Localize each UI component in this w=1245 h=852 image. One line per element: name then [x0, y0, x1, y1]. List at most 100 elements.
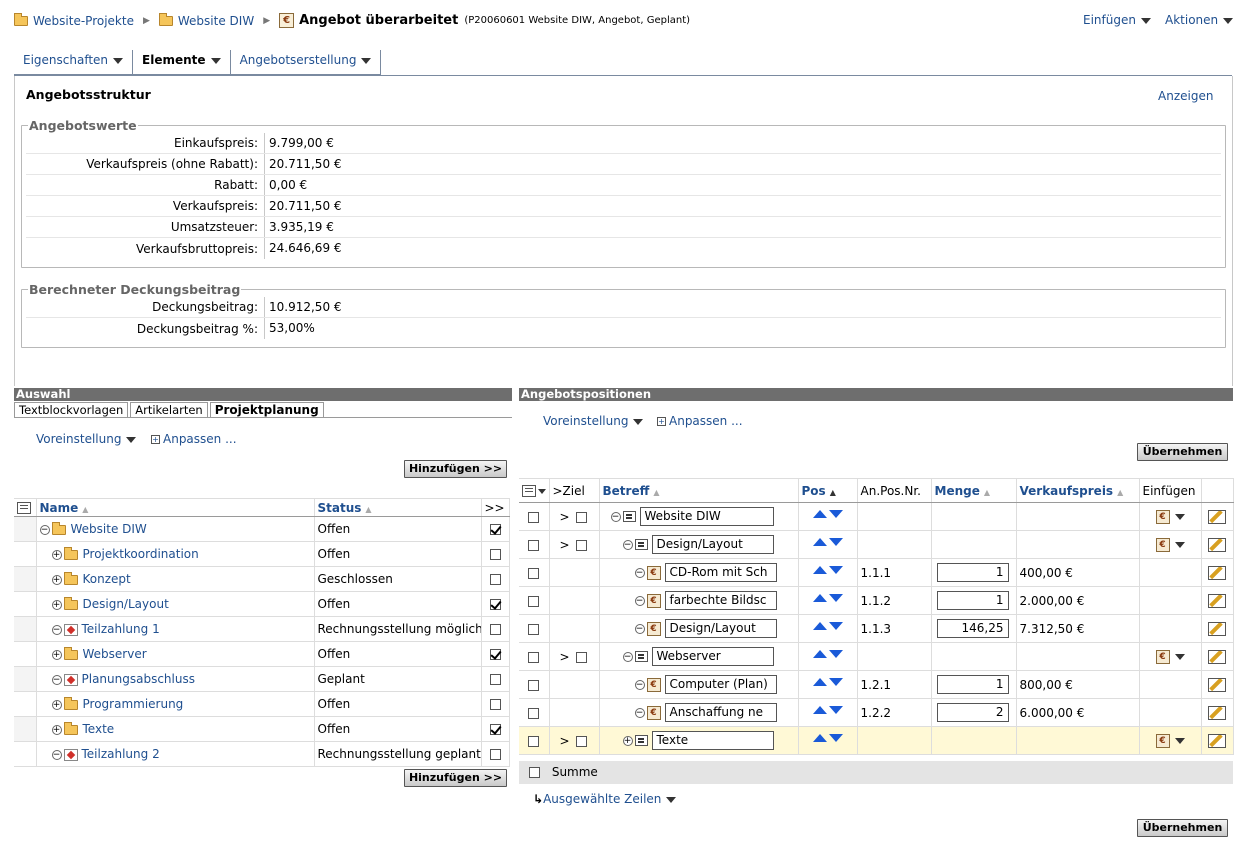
apply-button-top[interactable]: Übernehmen: [1137, 443, 1228, 461]
collapse-icon[interactable]: −: [51, 674, 62, 685]
select-checkbox[interactable]: [489, 724, 501, 735]
expand-icon[interactable]: +: [51, 599, 62, 610]
row-checkbox[interactable]: [528, 567, 540, 579]
select-checkbox[interactable]: [489, 749, 501, 760]
auswahl-customize-link[interactable]: + Anpassen ...: [151, 432, 237, 446]
row-checkbox[interactable]: [528, 511, 540, 523]
target-checkbox[interactable]: [575, 651, 587, 663]
select-checkbox[interactable]: [489, 624, 501, 635]
move-down-icon[interactable]: [828, 734, 843, 742]
move-up-icon[interactable]: [812, 678, 827, 686]
select-checkbox[interactable]: [489, 574, 501, 585]
name-link[interactable]: Konzept: [83, 572, 131, 586]
name-link[interactable]: Projektkoordination: [83, 547, 199, 561]
move-down-icon[interactable]: [828, 566, 843, 574]
row-checkbox[interactable]: [528, 651, 540, 663]
betreff-input[interactable]: Computer (Plan): [664, 675, 777, 694]
move-down-icon[interactable]: [828, 650, 843, 658]
move-up-icon[interactable]: [812, 538, 827, 546]
name-link[interactable]: Planungsabschluss: [82, 672, 195, 686]
subtab-artikelarten[interactable]: Artikelarten: [130, 402, 208, 418]
name-link[interactable]: Webserver: [83, 647, 147, 661]
expand-icon[interactable]: +: [51, 649, 62, 660]
column-chooser[interactable]: [14, 498, 37, 517]
move-up-icon[interactable]: [812, 622, 827, 630]
select-checkbox[interactable]: [489, 649, 501, 660]
move-up-icon[interactable]: [812, 706, 827, 714]
move-down-icon[interactable]: [828, 678, 843, 686]
select-checkbox[interactable]: [489, 674, 501, 685]
collapse-icon[interactable]: −: [634, 623, 645, 634]
add-button-bottom[interactable]: Hinzufügen >>: [404, 769, 507, 787]
col-status-header[interactable]: Status ▲: [314, 498, 482, 517]
move-down-icon[interactable]: [828, 594, 843, 602]
edit-icon[interactable]: [1208, 733, 1226, 748]
target-checkbox[interactable]: [575, 511, 587, 523]
collapse-icon[interactable]: −: [634, 707, 645, 718]
row-checkbox[interactable]: [528, 539, 540, 551]
name-link[interactable]: Website DIW: [71, 522, 147, 536]
edit-icon[interactable]: [1208, 621, 1226, 636]
menge-input[interactable]: 2: [936, 703, 1009, 722]
actions-menu[interactable]: Aktionen: [1165, 13, 1234, 27]
target-checkbox[interactable]: [575, 539, 587, 551]
insert-menu[interactable]: Einfügen: [1083, 13, 1151, 27]
sum-checkbox[interactable]: [529, 767, 540, 778]
edit-icon[interactable]: [1208, 593, 1226, 608]
subtab-projektplanung[interactable]: Projektplanung: [209, 402, 324, 418]
collapse-icon[interactable]: −: [51, 624, 62, 635]
row-checkbox[interactable]: [528, 735, 540, 747]
move-down-icon[interactable]: [828, 706, 843, 714]
expand-icon[interactable]: +: [51, 549, 62, 560]
expand-icon[interactable]: +: [622, 735, 633, 746]
insert-euro-icon[interactable]: €: [1155, 649, 1170, 664]
target-checkbox[interactable]: [575, 735, 587, 747]
move-down-icon[interactable]: [828, 622, 843, 630]
row-checkbox[interactable]: [528, 707, 540, 719]
collapse-icon[interactable]: −: [634, 567, 645, 578]
column-chooser[interactable]: [519, 478, 550, 503]
expand-icon[interactable]: +: [51, 724, 62, 735]
selected-rows-menu[interactable]: ↳Ausgewählte Zeilen: [533, 792, 677, 806]
select-checkbox[interactable]: [489, 599, 501, 610]
move-up-icon[interactable]: [812, 510, 827, 518]
edit-icon[interactable]: [1208, 537, 1226, 552]
move-down-icon[interactable]: [828, 538, 843, 546]
breadcrumb-website-projekte[interactable]: Website-Projekte: [33, 14, 134, 28]
insert-euro-icon[interactable]: €: [1155, 509, 1170, 524]
chevron-down-icon[interactable]: [1174, 737, 1185, 744]
col-vk-header[interactable]: Verkaufspreis ▲: [1016, 478, 1140, 503]
show-link[interactable]: Anzeigen: [1158, 89, 1213, 103]
chevron-down-icon[interactable]: [1174, 653, 1185, 660]
chevron-down-icon[interactable]: [1174, 513, 1185, 520]
auswahl-preset-dropdown[interactable]: Voreinstellung: [36, 432, 137, 446]
betreff-input[interactable]: CD-Rom mit Sch: [664, 563, 777, 582]
edit-icon[interactable]: [1208, 509, 1226, 524]
apply-button-bottom[interactable]: Übernehmen: [1137, 819, 1228, 837]
betreff-input[interactable]: Design/Layout: [664, 619, 777, 638]
menge-input[interactable]: 1: [936, 591, 1009, 610]
col-betreff-header[interactable]: Betreff ▲: [599, 478, 799, 503]
add-button-top[interactable]: Hinzufügen >>: [404, 460, 507, 478]
chevron-down-icon[interactable]: [1174, 541, 1185, 548]
row-checkbox[interactable]: [528, 595, 540, 607]
collapse-icon[interactable]: −: [610, 511, 621, 522]
select-checkbox[interactable]: [489, 524, 501, 535]
col-menge-header[interactable]: Menge ▲: [931, 478, 1017, 503]
breadcrumb-website-diw[interactable]: Website DIW: [178, 14, 254, 28]
edit-icon[interactable]: [1208, 649, 1226, 664]
move-up-icon[interactable]: [812, 650, 827, 658]
betreff-input[interactable]: Texte: [651, 731, 774, 750]
name-link[interactable]: Teilzahlung 2: [82, 747, 160, 761]
insert-euro-icon[interactable]: €: [1155, 733, 1170, 748]
edit-icon[interactable]: [1208, 705, 1226, 720]
menge-input[interactable]: 146,25: [936, 619, 1009, 638]
collapse-icon[interactable]: −: [51, 749, 62, 760]
menge-input[interactable]: 1: [936, 675, 1009, 694]
collapse-icon[interactable]: −: [634, 595, 645, 606]
subtab-textblockvorlagen[interactable]: Textblockvorlagen: [14, 402, 129, 418]
collapse-icon[interactable]: −: [622, 651, 633, 662]
betreff-input[interactable]: Design/Layout: [651, 535, 774, 554]
betreff-input[interactable]: Website DIW: [639, 507, 774, 526]
betreff-input[interactable]: Anschaffung ne: [664, 703, 777, 722]
